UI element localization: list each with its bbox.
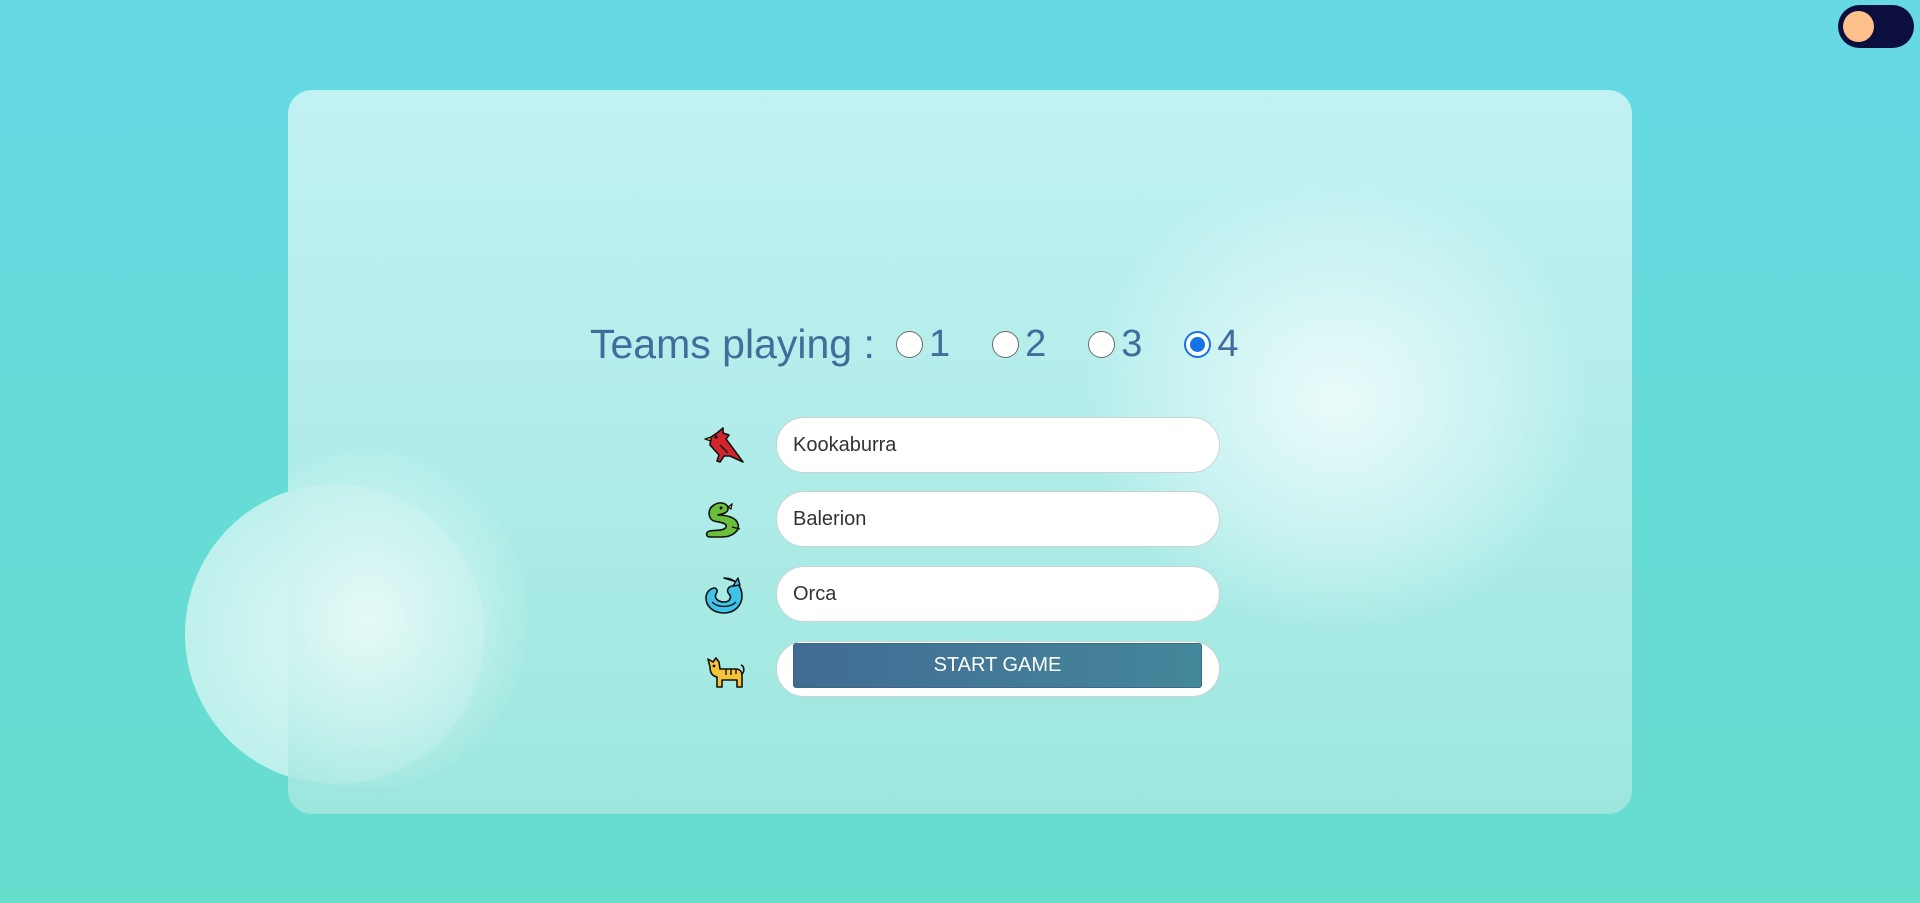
radio-label: 1 [929,323,951,365]
start-game-button[interactable]: START GAME [793,643,1202,688]
card-glow [288,450,528,790]
theme-toggle[interactable] [1838,5,1914,48]
radio-button[interactable] [896,330,923,358]
team-row-1 [702,417,1232,473]
team-count-option-1[interactable]: 1 [896,318,950,370]
team-count-option-2[interactable]: 2 [992,318,1046,370]
radio-button-selected[interactable] [1184,330,1212,358]
team-name-input-2[interactable] [776,491,1220,547]
whale-icon [705,577,743,614]
team-row-2 [702,491,1232,547]
team-count-selector: Teams playing : 1 2 3 4 [590,318,1281,370]
team-count-option-4[interactable]: 4 [1184,318,1239,370]
setup-card: Teams playing : 1 2 3 4 Kookaburra Baler… [288,90,1632,814]
team-name-input-1[interactable] [776,417,1220,473]
radio-label: 2 [1025,323,1047,365]
dragon-icon [705,502,741,538]
team-name-input-3[interactable] [776,566,1220,622]
toggle-knob [1843,11,1874,42]
tiger-icon [707,657,745,688]
bird-icon [704,427,744,463]
teams-playing-label: Teams playing : [590,321,875,367]
radio-button[interactable] [992,330,1020,358]
team-count-option-3[interactable]: 3 [1088,318,1142,370]
radio-label: 4 [1217,323,1239,365]
radio-label: 3 [1121,323,1143,365]
radio-button[interactable] [1088,330,1116,358]
team-row-3 [702,566,1232,622]
card-glow [1088,170,1588,630]
